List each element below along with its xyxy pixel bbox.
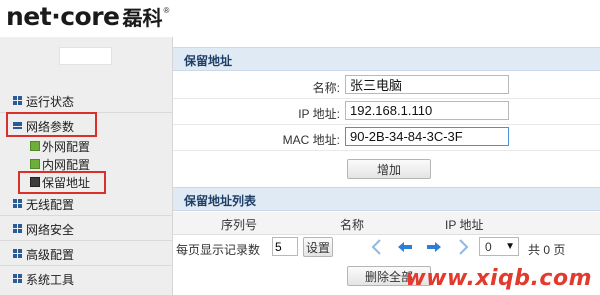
prev-page-icon[interactable]: [395, 238, 415, 256]
per-page-label: 每页显示记录数: [176, 243, 261, 257]
next-page-icon[interactable]: [424, 238, 444, 256]
highlight-box-network: [6, 112, 97, 137]
watermark: www.xiqb.com: [405, 266, 592, 291]
green-bullet-icon: [30, 141, 40, 151]
main-panel: 保留地址 名称: IP 地址: MAC 地址: 增加 保留地址列表 序列号 名称…: [173, 37, 600, 295]
add-button[interactable]: 增加: [347, 159, 431, 179]
sidebar-subitem-label: 外网配置: [42, 140, 91, 154]
mac-label: MAC 地址:: [282, 133, 340, 147]
name-label: 名称:: [312, 81, 340, 95]
table-header: 序列号 名称 IP 地址: [173, 212, 600, 235]
registered-mark: ®: [163, 6, 170, 15]
header: net·core 磊科 ®: [0, 0, 600, 37]
set-button[interactable]: 设置: [303, 237, 333, 257]
name-input[interactable]: [345, 75, 509, 94]
section-title: 保留地址列表: [184, 194, 257, 208]
sidebar-item-label: 无线配置: [26, 198, 75, 212]
page-select[interactable]: 0 ▼: [479, 237, 519, 256]
reserve-section-header: 保留地址: [173, 47, 600, 71]
total-pages-text: 共 0 页: [528, 243, 566, 257]
sidebar-item-tools[interactable]: 系统工具: [0, 266, 172, 290]
sidebar-item-label: 系统工具: [26, 273, 75, 287]
mac-row: MAC 地址:: [173, 125, 600, 151]
ip-row: IP 地址:: [173, 99, 600, 125]
logo-text-cn: 磊科: [122, 6, 163, 30]
column-ip: IP 地址: [445, 218, 484, 232]
mac-input[interactable]: [345, 127, 509, 146]
sidebar-item-label: 网络安全: [26, 223, 75, 237]
grid-icon: [13, 96, 22, 105]
column-name: 名称: [340, 218, 365, 232]
section-title: 保留地址: [184, 54, 233, 68]
sidebar-blank-box: [59, 47, 112, 65]
sidebar: 运行状态 网络参数 外网配置 内网配置 保留地址 无线配置 网络安全 高级配置 …: [0, 37, 173, 295]
list-section-header: 保留地址列表: [173, 187, 600, 211]
grid-icon: [13, 224, 22, 233]
first-page-icon[interactable]: [367, 238, 387, 256]
sidebar-item-wireless[interactable]: 无线配置: [0, 191, 172, 216]
dropdown-arrow-icon: ▼: [505, 241, 515, 252]
pagination-bar: 每页显示记录数 设置 0 ▼ 共 0 页: [173, 236, 600, 260]
sidebar-item-label: 高级配置: [26, 248, 75, 262]
sidebar-item-advanced[interactable]: 高级配置: [0, 241, 172, 266]
green-bullet-icon: [30, 159, 40, 169]
netcore-logo: net·core 磊科 ®: [6, 2, 169, 32]
sidebar-item-label: 运行状态: [26, 95, 75, 109]
sidebar-item-security[interactable]: 网络安全: [0, 216, 172, 241]
ip-label: IP 地址:: [298, 107, 340, 121]
last-page-icon[interactable]: [453, 238, 473, 256]
grid-icon: [13, 274, 22, 283]
ip-input[interactable]: [345, 101, 509, 120]
grid-icon: [13, 199, 22, 208]
sidebar-item-status[interactable]: 运行状态: [0, 88, 172, 113]
column-index: 序列号: [221, 218, 258, 232]
per-page-input[interactable]: [272, 237, 298, 256]
page-select-value: 0: [485, 240, 492, 254]
name-row: 名称:: [173, 73, 600, 99]
logo-text-en: net·core: [6, 2, 120, 31]
grid-icon: [13, 249, 22, 258]
